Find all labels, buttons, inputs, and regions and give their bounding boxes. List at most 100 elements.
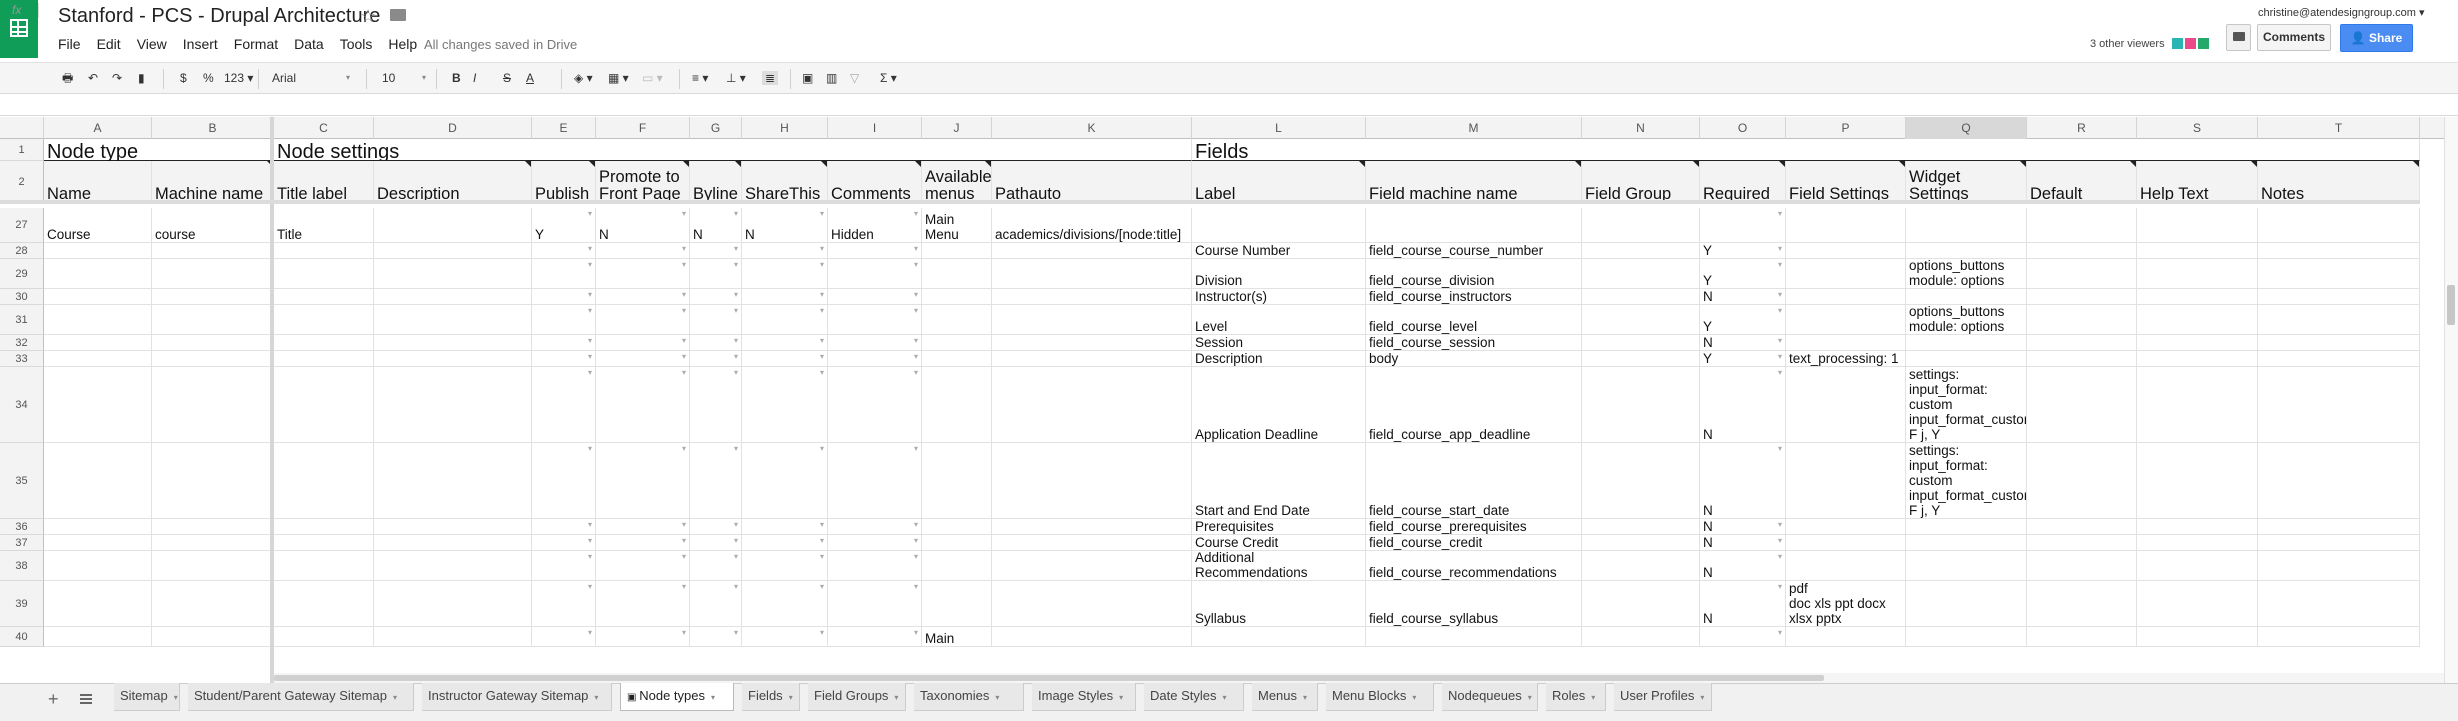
cell-c33[interactable]	[274, 351, 374, 367]
column-header-f[interactable]: F	[596, 117, 690, 139]
cell-h39[interactable]: ▾	[742, 581, 828, 627]
cell-dropdown-icon[interactable]: ▾	[1778, 210, 1782, 218]
column-header-i[interactable]: I	[828, 117, 922, 139]
cell-o35[interactable]: N ▾	[1700, 443, 1786, 519]
cell-m40[interactable]	[1366, 627, 1582, 647]
cell-l31[interactable]: Level	[1192, 305, 1366, 335]
row-header[interactable]: 35	[0, 443, 44, 519]
cell-k31[interactable]	[992, 305, 1192, 335]
cell-k40[interactable]	[992, 627, 1192, 647]
cell-n40[interactable]	[1582, 627, 1700, 647]
cell-e33[interactable]: ▾	[532, 351, 596, 367]
font-size-select[interactable]: 10 ▾	[382, 71, 430, 85]
cell-d40[interactable]	[374, 627, 532, 647]
cell-dropdown-icon[interactable]: ▾	[588, 291, 592, 299]
cell-m36[interactable]: field_course_prerequisites	[1366, 519, 1582, 535]
cell-h2[interactable]: ShareThis	[742, 161, 828, 204]
cell-o27[interactable]: ▾	[1700, 208, 1786, 243]
cell-l40[interactable]	[1192, 627, 1366, 647]
cell-dropdown-icon[interactable]: ▾	[734, 553, 738, 561]
row-header[interactable]: 38	[0, 551, 44, 581]
cell-o34[interactable]: N ▾	[1700, 367, 1786, 443]
sheet-tab[interactable]: Sitemap ▾	[114, 683, 180, 711]
cell-b38[interactable]	[152, 551, 274, 581]
cell-dropdown-icon[interactable]: ▾	[820, 583, 824, 591]
cell-a34[interactable]	[44, 367, 152, 443]
cell-l2[interactable]: Label	[1192, 161, 1366, 204]
cell-dropdown-icon[interactable]: ▾	[734, 521, 738, 529]
cell-t33[interactable]	[2258, 351, 2420, 367]
cell-g33[interactable]: ▾	[690, 351, 742, 367]
document-title[interactable]: Stanford - PCS - Drupal Architecture	[58, 5, 380, 28]
cell-dropdown-icon[interactable]: ▾	[820, 445, 824, 453]
cell-dropdown-icon[interactable]: ▾	[914, 307, 918, 315]
cell-l39[interactable]: Syllabus	[1192, 581, 1366, 627]
more-formats-button[interactable]: 123 ▾	[224, 71, 253, 85]
viewer-avatar[interactable]	[2172, 38, 2183, 49]
cell-r36[interactable]	[2027, 519, 2137, 535]
cell-q37[interactable]	[1906, 535, 2027, 551]
print-icon[interactable]: 🖶	[62, 71, 73, 85]
cell-dropdown-icon[interactable]: ▾	[820, 291, 824, 299]
cell-dropdown-icon[interactable]: ▾	[682, 245, 686, 253]
insert-chart-icon[interactable]: ▥	[826, 71, 837, 85]
cell-d31[interactable]	[374, 305, 532, 335]
cell-c39[interactable]	[274, 581, 374, 627]
sheet-tab-menu-icon[interactable]: ▾	[1303, 693, 1307, 702]
cell-m1[interactable]	[1366, 139, 1582, 161]
cell-g28[interactable]: ▾	[690, 243, 742, 259]
cell-e30[interactable]: ▾	[532, 289, 596, 305]
sheet-tab[interactable]: Student/Parent Gateway Sitemap ▾	[188, 683, 414, 711]
row-header[interactable]: 2	[0, 161, 44, 204]
sheet-tab[interactable]: Taxonomies ▾	[914, 683, 1024, 711]
percent-format-button[interactable]: %	[203, 71, 214, 85]
cell-dropdown-icon[interactable]: ▾	[914, 521, 918, 529]
cell-d32[interactable]	[374, 335, 532, 351]
cell-j1[interactable]	[922, 139, 992, 161]
comments-button[interactable]: Comments	[2257, 24, 2331, 51]
cell-m39[interactable]: field_course_syllabus	[1366, 581, 1582, 627]
cell-o1[interactable]	[1700, 139, 1786, 161]
paint-format-icon[interactable]: ▮	[138, 71, 145, 85]
cell-p35[interactable]	[1786, 443, 1906, 519]
cell-g38[interactable]: ▾	[690, 551, 742, 581]
cell-h35[interactable]: ▾	[742, 443, 828, 519]
cell-dropdown-icon[interactable]: ▾	[734, 245, 738, 253]
cell-j27[interactable]: Main Menu	[922, 208, 992, 243]
cell-t40[interactable]	[2258, 627, 2420, 647]
cell-l30[interactable]: Instructor(s)	[1192, 289, 1366, 305]
cell-o36[interactable]: N ▾	[1700, 519, 1786, 535]
cell-f33[interactable]: ▾	[596, 351, 690, 367]
cell-h27[interactable]: N ▾	[742, 208, 828, 243]
cell-a28[interactable]	[44, 243, 152, 259]
cell-h37[interactable]: ▾	[742, 535, 828, 551]
cell-c29[interactable]	[274, 259, 374, 289]
cell-dropdown-icon[interactable]: ▾	[588, 261, 592, 269]
row-header[interactable]: 36	[0, 519, 44, 535]
cell-e29[interactable]: ▾	[532, 259, 596, 289]
cell-q36[interactable]	[1906, 519, 2027, 535]
cell-h34[interactable]: ▾	[742, 367, 828, 443]
sheet-tab[interactable]: ▣ Node types ▾	[620, 683, 734, 711]
cell-e2[interactable]: Publish	[532, 161, 596, 204]
cell-e32[interactable]: ▾	[532, 335, 596, 351]
folder-icon[interactable]	[390, 9, 406, 21]
menu-edit[interactable]: Edit	[97, 36, 121, 52]
sheet-tab[interactable]: Date Styles ▾	[1144, 683, 1244, 711]
cell-f2[interactable]: Promote to Front Page	[596, 161, 690, 204]
cell-b32[interactable]	[152, 335, 274, 351]
cell-dropdown-icon[interactable]: ▾	[588, 369, 592, 377]
cell-r28[interactable]	[2027, 243, 2137, 259]
cell-q28[interactable]	[1906, 243, 2027, 259]
cell-l36[interactable]: Prerequisites	[1192, 519, 1366, 535]
row-header[interactable]: 31	[0, 305, 44, 335]
cell-s36[interactable]	[2137, 519, 2258, 535]
cell-d34[interactable]	[374, 367, 532, 443]
cell-dropdown-icon[interactable]: ▾	[734, 337, 738, 345]
cell-dropdown-icon[interactable]: ▾	[734, 583, 738, 591]
cell-t38[interactable]	[2258, 551, 2420, 581]
sheet-tab[interactable]: Menus ▾	[1252, 683, 1318, 711]
column-header-r[interactable]: R	[2027, 117, 2137, 139]
cell-b35[interactable]	[152, 443, 274, 519]
cell-dropdown-icon[interactable]: ▾	[682, 210, 686, 218]
